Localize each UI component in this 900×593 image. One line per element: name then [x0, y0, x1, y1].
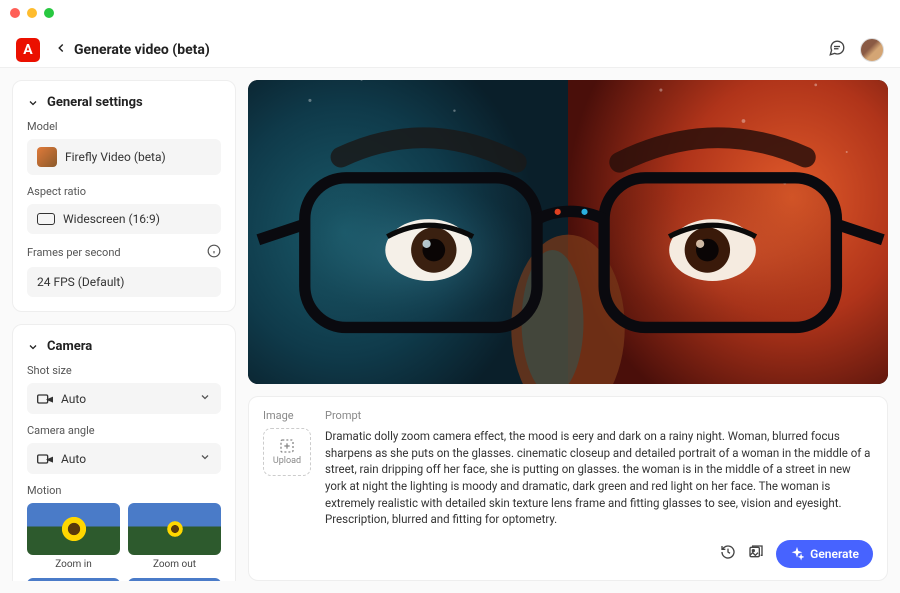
main-area: General settings Model Firefly Video (be…	[0, 68, 900, 593]
fps-label: Frames per second	[27, 244, 221, 261]
settings-variation-icon[interactable]	[748, 544, 764, 564]
chevron-down-icon	[27, 341, 39, 353]
prompt-textarea[interactable]: Dramatic dolly zoom camera effect, the m…	[325, 428, 873, 528]
prompt-label: Prompt	[325, 409, 873, 422]
motion-option-4[interactable]	[128, 578, 221, 581]
camera-icon	[37, 453, 53, 465]
close-window-button[interactable]	[10, 8, 20, 18]
fps-select[interactable]: 24 FPS (Default)	[27, 267, 221, 297]
motion-thumb-zoom-in	[27, 503, 120, 555]
window-controls	[10, 8, 54, 18]
camera-title: Camera	[47, 339, 92, 354]
camera-angle-label: Camera angle	[27, 424, 221, 437]
camera-icon	[37, 393, 53, 405]
upload-text: Upload	[273, 456, 301, 466]
motion-zoom-in[interactable]: Zoom in	[27, 503, 120, 570]
shot-size-select[interactable]: Auto	[27, 383, 221, 414]
info-icon[interactable]	[207, 244, 221, 261]
camera-angle-select[interactable]: Auto	[27, 443, 221, 474]
back-button[interactable]	[54, 40, 68, 59]
fps-value: 24 FPS (Default)	[37, 275, 124, 289]
general-settings-header[interactable]: General settings	[27, 95, 221, 110]
image-upload-label: Image	[263, 409, 294, 422]
motion-zoom-in-label: Zoom in	[55, 559, 92, 570]
motion-label: Motion	[27, 484, 221, 497]
camera-angle-value: Auto	[61, 452, 86, 466]
topbar-right	[828, 38, 884, 62]
motion-zoom-out-label: Zoom out	[153, 559, 196, 570]
aspect-ratio-value: Widescreen (16:9)	[63, 212, 160, 226]
motion-option-3[interactable]	[27, 578, 120, 581]
topbar: A Generate video (beta)	[0, 32, 900, 68]
upload-icon	[279, 438, 295, 454]
shot-size-value: Auto	[61, 392, 86, 406]
image-upload-button[interactable]: Upload	[263, 428, 311, 476]
motion-zoom-out[interactable]: Zoom out	[128, 503, 221, 570]
motion-grid: Zoom in Zoom out	[27, 503, 221, 581]
model-thumb-icon	[37, 147, 57, 167]
chevron-down-icon	[199, 391, 211, 406]
chevron-down-icon	[199, 451, 211, 466]
model-select[interactable]: Firefly Video (beta)	[27, 139, 221, 175]
adobe-logo[interactable]: A	[16, 38, 40, 62]
camera-panel: Camera Shot size Auto Camera angle	[12, 324, 236, 581]
camera-header[interactable]: Camera	[27, 339, 221, 354]
content-area: Image Upload Prompt Dramatic dolly zoom …	[248, 80, 888, 581]
prompt-actions: Generate	[325, 540, 873, 568]
avatar[interactable]	[860, 38, 884, 62]
sparkle-icon	[790, 547, 804, 561]
preview-image	[248, 80, 888, 384]
general-settings-title: General settings	[47, 95, 143, 110]
minimize-window-button[interactable]	[27, 8, 37, 18]
chevron-down-icon	[27, 97, 39, 109]
video-preview[interactable]	[248, 80, 888, 384]
maximize-window-button[interactable]	[44, 8, 54, 18]
generate-button-label: Generate	[810, 547, 859, 561]
history-icon[interactable]	[720, 544, 736, 564]
shot-size-label: Shot size	[27, 364, 221, 377]
sidebar: General settings Model Firefly Video (be…	[12, 80, 236, 581]
motion-thumb-zoom-out	[128, 503, 221, 555]
aspect-ratio-label: Aspect ratio	[27, 185, 221, 198]
generate-button[interactable]: Generate	[776, 540, 873, 568]
aspect-ratio-select[interactable]: Widescreen (16:9)	[27, 204, 221, 234]
general-settings-panel: General settings Model Firefly Video (be…	[12, 80, 236, 312]
model-label: Model	[27, 120, 221, 133]
motion-thumb-3	[27, 578, 120, 581]
motion-thumb-4	[128, 578, 221, 581]
widescreen-icon	[37, 213, 55, 225]
model-value: Firefly Video (beta)	[65, 150, 166, 164]
prompt-panel: Image Upload Prompt Dramatic dolly zoom …	[248, 396, 888, 581]
logo-letter: A	[23, 42, 32, 58]
page-title: Generate video (beta)	[74, 42, 210, 58]
comment-icon[interactable]	[828, 39, 846, 61]
